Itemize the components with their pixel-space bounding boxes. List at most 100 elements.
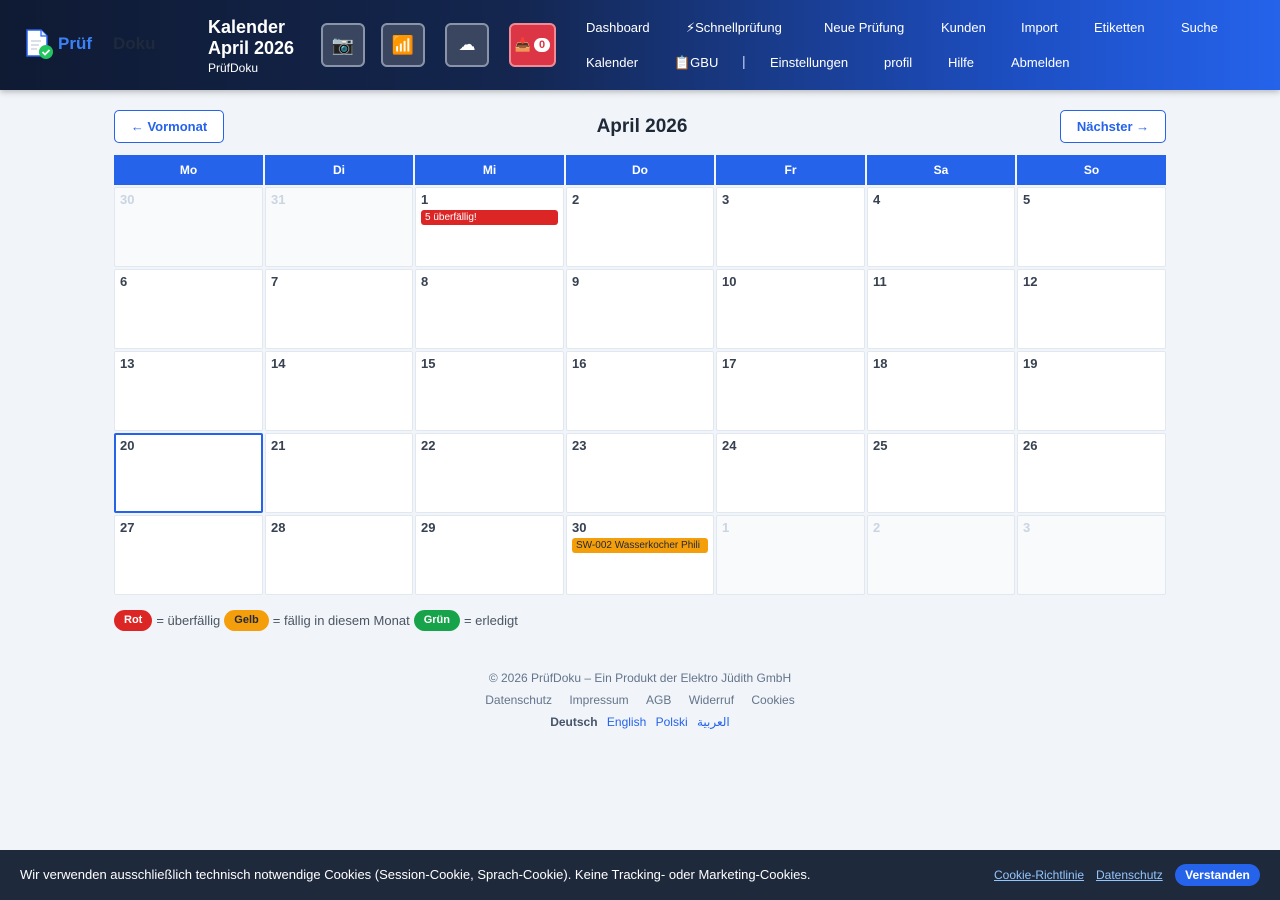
nav-hilfe[interactable]: Hilfe	[948, 55, 974, 70]
day-number: 30	[120, 192, 135, 207]
signal-button[interactable]: 📶	[381, 23, 425, 67]
language-arabic[interactable]: العربية	[697, 715, 730, 729]
calendar-day[interactable]: 2	[566, 187, 714, 267]
calendar-day[interactable]: 19	[1017, 351, 1166, 431]
nav-abmelden[interactable]: Abmelden	[1011, 55, 1070, 70]
overdue-event[interactable]: 5 überfällig!	[421, 210, 558, 225]
calendar-day[interactable]: 21	[265, 433, 413, 513]
calendar-day[interactable]: 18	[867, 351, 1015, 431]
day-number: 21	[271, 438, 286, 453]
cookie-privacy-link[interactable]: Datenschutz	[1096, 868, 1163, 882]
calendar-day[interactable]: 25	[867, 433, 1015, 513]
calendar-day-other-month[interactable]: 2	[867, 515, 1015, 595]
footer-link-widerruf[interactable]: Widerruf	[689, 693, 734, 707]
cookie-accept-button[interactable]: Verstanden	[1175, 864, 1260, 886]
calendar-day[interactable]: 12	[1017, 269, 1166, 349]
calendar-day-other-month[interactable]: 30	[114, 187, 263, 267]
day-number: 2	[873, 520, 881, 535]
calendar-day[interactable]: 5	[1017, 187, 1166, 267]
nav-kalender[interactable]: Kalender	[586, 55, 638, 70]
day-number: 25	[873, 438, 888, 453]
day-number: 5	[1023, 192, 1031, 207]
language-polski[interactable]: Polski	[656, 715, 688, 729]
app-name: PrüfDoku	[208, 61, 259, 75]
calendar-day[interactable]: 13	[114, 351, 263, 431]
nav-einstellungen[interactable]: Einstellungen	[770, 55, 848, 70]
day-number: 3	[722, 192, 730, 207]
legend-yellow-text: = fällig in diesem Monat	[272, 613, 410, 628]
language-english[interactable]: English	[607, 715, 646, 729]
calendar-day[interactable]: 6	[114, 269, 263, 349]
next-month-button[interactable]: Nächster →	[1060, 110, 1166, 143]
calendar-day-other-month[interactable]: 1	[716, 515, 865, 595]
nav-gbu[interactable]: 📋GBU	[674, 55, 718, 71]
calendar-day[interactable]: 14	[265, 351, 413, 431]
weekday-header-do: Do	[566, 155, 714, 185]
day-number: 3	[1023, 520, 1031, 535]
calendar-day[interactable]: 9	[566, 269, 714, 349]
calendar-day[interactable]: 29	[415, 515, 564, 595]
nav-dashboard[interactable]: Dashboard	[586, 20, 650, 35]
calendar-day[interactable]: 4	[867, 187, 1015, 267]
day-number: 14	[271, 356, 286, 371]
nav-profil[interactable]: profil	[884, 55, 912, 70]
calendar-day[interactable]: 23	[566, 433, 714, 513]
legend-yellow-pill: Gelb	[224, 610, 269, 631]
calendar-day[interactable]: 3	[716, 187, 865, 267]
day-number: 1	[722, 520, 730, 535]
day-number: 16	[572, 356, 587, 371]
calendar-day[interactable]: 17	[716, 351, 865, 431]
day-number: 27	[120, 520, 135, 535]
calendar-day[interactable]: 11	[867, 269, 1015, 349]
day-number: 11	[873, 274, 887, 289]
calendar-day[interactable]: 10	[716, 269, 865, 349]
inbox-button[interactable]: 📥 0	[509, 23, 556, 67]
nav-etiketten[interactable]: Etiketten	[1094, 20, 1145, 35]
nav-suche[interactable]: Suche	[1181, 20, 1218, 35]
calendar-day[interactable]: 16	[566, 351, 714, 431]
day-number: 10	[722, 274, 737, 289]
due-event[interactable]: SW-002 Wasserkocher Phili	[572, 538, 708, 553]
language-deutsch[interactable]: Deutsch	[550, 715, 597, 729]
calendar-day-other-month[interactable]: 3	[1017, 515, 1166, 595]
previous-month-button[interactable]: ← Vormonat	[114, 110, 224, 143]
calendar-day[interactable]: 7	[265, 269, 413, 349]
nav-neue-pruefung[interactable]: Neue Prüfung	[824, 20, 904, 35]
nav-import[interactable]: Import	[1021, 20, 1058, 35]
footer-link-impressum[interactable]: Impressum	[569, 693, 628, 707]
camera-icon: 📷	[331, 34, 355, 55]
legend-green-text: = erledigt	[463, 613, 518, 628]
legend-red-pill: Rot	[114, 610, 153, 631]
calendar-day[interactable]: 15	[415, 351, 564, 431]
nav-schnellpruefung[interactable]: ⚡Schnellprüfung	[686, 20, 782, 36]
day-number: 8	[421, 274, 429, 289]
nav-separator: |	[742, 53, 746, 69]
page-footer: © 2026 PrüfDoku – Ein Produkt der Elektr…	[0, 670, 1280, 730]
day-number: 24	[722, 438, 737, 453]
calendar-day[interactable]: 24	[716, 433, 865, 513]
logo-text-part1: Prüf	[58, 34, 92, 53]
calendar-day-other-month[interactable]: 31	[265, 187, 413, 267]
calendar-day[interactable]: 8	[415, 269, 564, 349]
nav-kunden[interactable]: Kunden	[941, 20, 986, 35]
day-number: 9	[572, 274, 580, 289]
calendar-legend: Rot = überfällig Gelb = fällig in diesem…	[114, 610, 522, 631]
footer-link-agb[interactable]: AGB	[646, 693, 671, 707]
cloud-sync-button[interactable]: ☁	[445, 23, 489, 67]
calendar-day[interactable]: 26	[1017, 433, 1166, 513]
weekday-header-fr: Fr	[716, 155, 865, 185]
calendar-day[interactable]: 27	[114, 515, 263, 595]
legend-red-text: = überfällig	[156, 613, 221, 628]
footer-link-cookies[interactable]: Cookies	[751, 693, 794, 707]
calendar-day-today[interactable]: 20	[114, 433, 263, 513]
calendar-day[interactable]: 30 SW-002 Wasserkocher Phili	[566, 515, 714, 595]
calendar-day[interactable]: 1 5 überfällig!	[415, 187, 564, 267]
day-number: 1	[421, 192, 429, 207]
calendar-day[interactable]: 22	[415, 433, 564, 513]
app-logo[interactable]: Prüf Doku	[24, 27, 164, 61]
footer-link-datenschutz[interactable]: Datenschutz	[485, 693, 552, 707]
cookie-policy-link[interactable]: Cookie-Richtlinie	[994, 868, 1084, 882]
camera-button[interactable]: 📷	[321, 23, 365, 67]
logo-text: Prüf Doku	[58, 34, 156, 54]
calendar-day[interactable]: 28	[265, 515, 413, 595]
